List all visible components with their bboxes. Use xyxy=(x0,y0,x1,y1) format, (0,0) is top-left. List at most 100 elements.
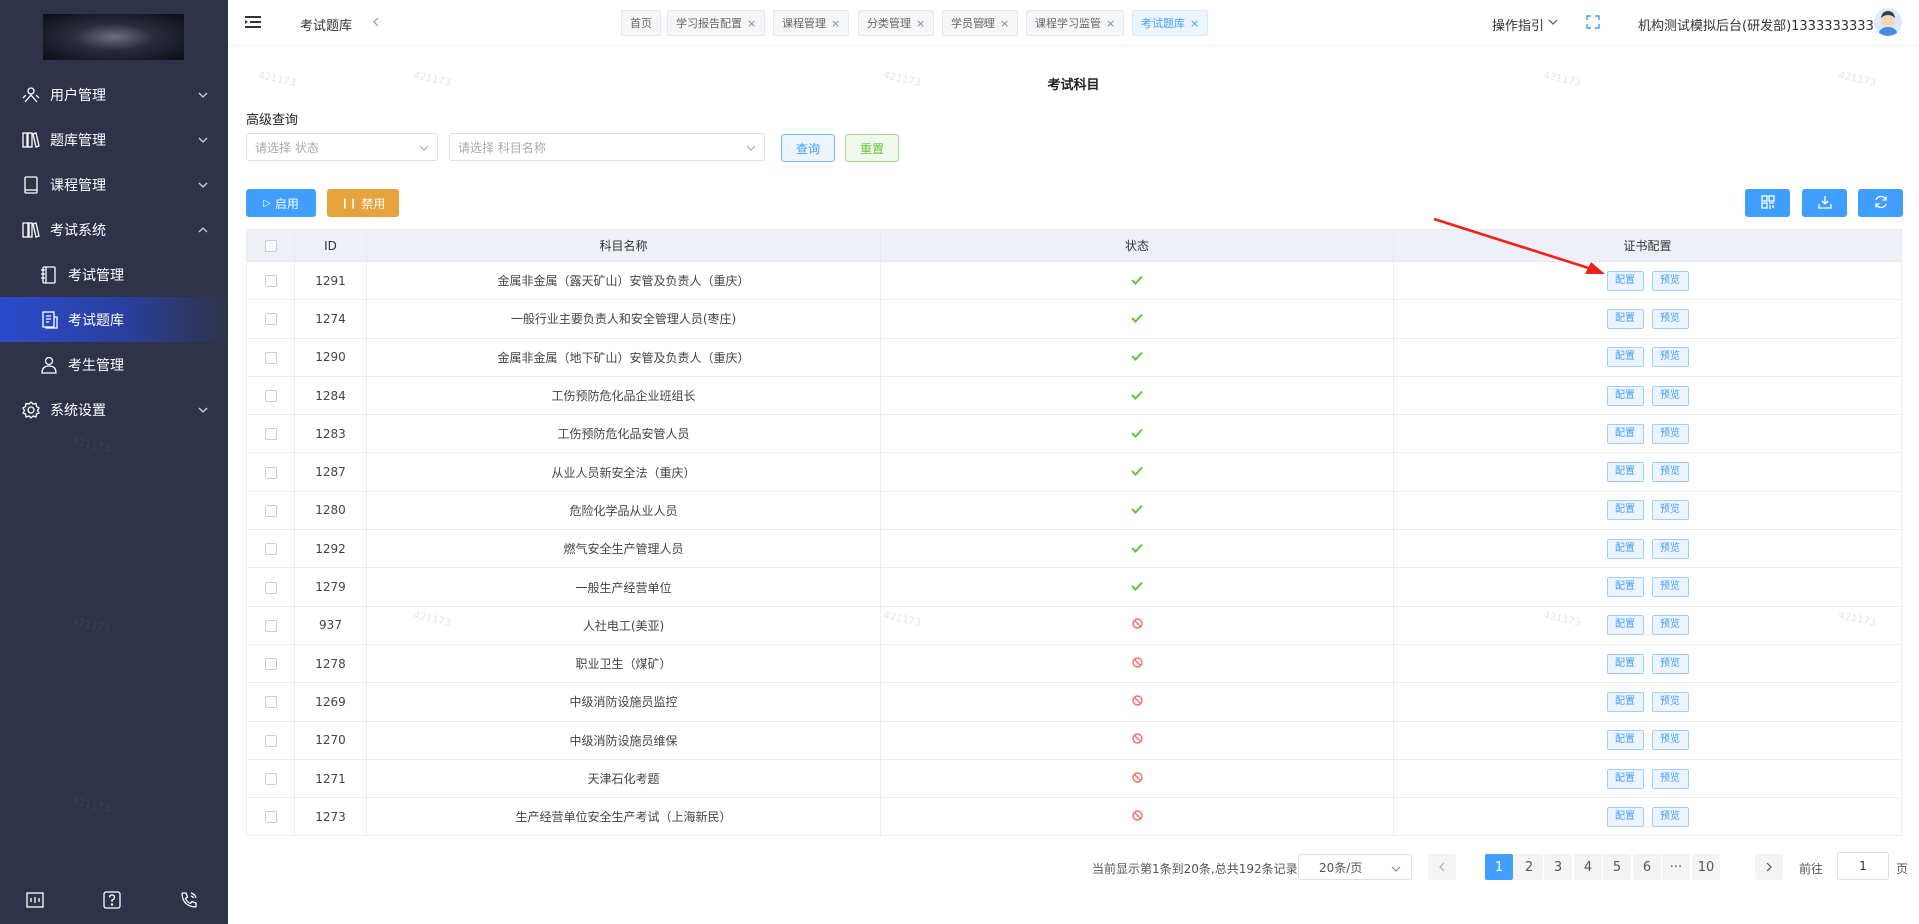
avatar[interactable] xyxy=(1874,8,1902,36)
page-number-button[interactable]: 10 xyxy=(1692,854,1720,880)
preview-button[interactable]: 预览 xyxy=(1651,730,1689,751)
status-select[interactable]: 请选择 状态 xyxy=(246,133,438,161)
config-button[interactable]: 配置 xyxy=(1606,423,1644,444)
code-window-icon[interactable] xyxy=(25,890,45,910)
page-number-button[interactable]: 4 xyxy=(1574,854,1602,880)
preview-button[interactable]: 预览 xyxy=(1651,270,1689,291)
enable-button[interactable]: ▷ 启用 xyxy=(246,189,316,217)
table-row[interactable]: 1283 工伤预防危化品安管人员 配置 预览 xyxy=(246,414,1902,454)
row-checkbox[interactable] xyxy=(264,275,277,288)
table-row[interactable]: 1278 职业卫生（煤矿） 配置 预览 xyxy=(246,643,1902,684)
menu-toggle-icon[interactable] xyxy=(245,15,261,29)
tabs-scroll-right-icon[interactable] xyxy=(979,17,989,27)
column-header-status[interactable]: 状态 xyxy=(880,229,1394,262)
preview-button[interactable]: 预览 xyxy=(1651,347,1689,368)
table-row[interactable]: 1269 中级消防设施员监控 配置 预览 xyxy=(246,682,1902,722)
config-button[interactable]: 配置 xyxy=(1606,270,1644,291)
table-row[interactable]: 1270 中级消防设施员维保 配置 预览 xyxy=(246,720,1902,760)
subject-name-select[interactable]: 请选择 科目名称 xyxy=(449,133,765,161)
sidebar-item-question-bank[interactable]: 题库管理 xyxy=(0,117,228,162)
preview-button[interactable]: 预览 xyxy=(1651,462,1689,483)
config-button[interactable]: 配置 xyxy=(1606,730,1644,751)
tab-course-supervision[interactable]: 课程学习监管 × xyxy=(1026,10,1125,36)
prev-page-button[interactable] xyxy=(1428,854,1456,880)
preview-button[interactable]: 预览 xyxy=(1651,423,1689,444)
column-settings-button[interactable] xyxy=(1745,189,1790,217)
search-button[interactable]: 查询 xyxy=(781,134,835,162)
preview-button[interactable]: 预览 xyxy=(1651,385,1689,406)
close-icon[interactable]: × xyxy=(747,17,756,30)
page-number-button[interactable]: 6 xyxy=(1633,854,1661,880)
table-row[interactable]: 1291 金属非金属（露天矿山）安管及负责人（重庆） 配置 预览 xyxy=(246,260,1902,301)
row-checkbox[interactable] xyxy=(264,428,277,441)
close-icon[interactable]: × xyxy=(916,17,925,30)
close-icon[interactable]: × xyxy=(1190,17,1199,30)
row-checkbox[interactable] xyxy=(264,811,277,824)
table-row[interactable]: 1287 从业人员新安全法（重庆） 配置 预览 xyxy=(246,452,1902,492)
config-button[interactable]: 配置 xyxy=(1606,347,1644,368)
page-number-button[interactable]: 5 xyxy=(1603,854,1631,880)
row-checkbox[interactable] xyxy=(264,658,277,671)
tab-home[interactable]: 首页 xyxy=(621,10,661,36)
next-page-button[interactable] xyxy=(1755,854,1783,880)
config-button[interactable]: 配置 xyxy=(1606,768,1644,789)
config-button[interactable]: 配置 xyxy=(1606,577,1644,598)
reset-button[interactable]: 重置 xyxy=(845,134,899,162)
config-button[interactable]: 配置 xyxy=(1606,385,1644,406)
page-number-button[interactable]: 2 xyxy=(1515,854,1543,880)
close-icon[interactable]: × xyxy=(1000,17,1009,30)
preview-button[interactable]: 预览 xyxy=(1651,577,1689,598)
table-row[interactable]: 1280 危险化学品从业人员 配置 预览 xyxy=(246,490,1902,531)
sidebar-item-exam-system[interactable]: 考试系统 xyxy=(0,207,228,252)
page-ellipsis[interactable]: ··· xyxy=(1662,854,1690,880)
table-row[interactable]: 1273 生产经营单位安全生产考试（上海新民） 配置 预览 xyxy=(246,797,1902,837)
row-checkbox[interactable] xyxy=(264,466,277,479)
help-icon[interactable] xyxy=(102,890,122,910)
page-number-button[interactable]: 3 xyxy=(1544,854,1572,880)
table-row[interactable]: 1271 天津石化考题 配置 预览 xyxy=(246,758,1902,799)
sidebar-item-exam-management[interactable]: 考试管理 xyxy=(0,252,228,297)
tabs-scroll-left-icon[interactable] xyxy=(371,17,381,27)
config-button[interactable]: 配置 xyxy=(1606,462,1644,483)
preview-button[interactable]: 预览 xyxy=(1651,615,1689,636)
preview-button[interactable]: 预览 xyxy=(1651,768,1689,789)
sidebar-item-course-management[interactable]: 课程管理 xyxy=(0,162,228,207)
table-row[interactable]: 1284 工伤预防危化品企业班组长 配置 预览 xyxy=(246,375,1902,416)
row-checkbox[interactable] xyxy=(264,581,277,594)
preview-button[interactable]: 预览 xyxy=(1651,653,1689,674)
config-button[interactable]: 配置 xyxy=(1606,538,1644,559)
phone-icon[interactable] xyxy=(179,890,199,910)
config-button[interactable]: 配置 xyxy=(1606,308,1644,329)
row-checkbox[interactable] xyxy=(264,351,277,364)
refresh-button[interactable] xyxy=(1858,189,1903,217)
sidebar-item-examinee-management[interactable]: 考生管理 xyxy=(0,342,228,387)
tab-category-management[interactable]: 分类管理 × xyxy=(858,10,935,36)
sidebar-item-user-management[interactable]: 用户管理 xyxy=(0,72,228,117)
tab-course-management[interactable]: 课程管理 × xyxy=(773,10,850,36)
table-row[interactable]: 1274 一般行业主要负责人和安全管理人员(枣庄) 配置 预览 xyxy=(246,299,1902,339)
close-icon[interactable]: × xyxy=(1106,17,1115,30)
select-all-checkbox[interactable] xyxy=(264,240,277,252)
column-header-id[interactable]: ID xyxy=(294,229,367,262)
fullscreen-icon[interactable] xyxy=(1586,15,1600,29)
config-button[interactable]: 配置 xyxy=(1606,500,1644,521)
page-number-button[interactable]: 1 xyxy=(1485,854,1513,880)
preview-button[interactable]: 预览 xyxy=(1651,538,1689,559)
sidebar-item-exam-bank[interactable]: 考试题库 xyxy=(0,297,228,342)
table-row[interactable]: 1292 燃气安全生产管理人员 配置 预览 xyxy=(246,529,1902,569)
config-button[interactable]: 配置 xyxy=(1606,615,1644,636)
row-checkbox[interactable] xyxy=(264,696,277,709)
export-button[interactable] xyxy=(1802,189,1847,217)
tab-study-report-config[interactable]: 学习报告配置 × xyxy=(667,10,766,36)
goto-page-input[interactable]: 1 xyxy=(1837,852,1889,880)
guide-dropdown[interactable]: 操作指引 xyxy=(1492,15,1544,34)
preview-button[interactable]: 预览 xyxy=(1651,806,1689,827)
chevron-down-icon[interactable] xyxy=(1548,17,1558,27)
row-checkbox[interactable] xyxy=(264,313,277,326)
table-row[interactable]: 937 人社电工(美亚) 配置 预览 xyxy=(246,605,1902,645)
column-header-name[interactable]: 科目名称 xyxy=(366,229,881,262)
sidebar-item-system-settings[interactable]: 系统设置 xyxy=(0,387,228,432)
row-checkbox[interactable] xyxy=(264,773,277,785)
row-checkbox[interactable] xyxy=(264,504,277,517)
column-header-cert[interactable]: 证书配置 xyxy=(1393,229,1902,262)
